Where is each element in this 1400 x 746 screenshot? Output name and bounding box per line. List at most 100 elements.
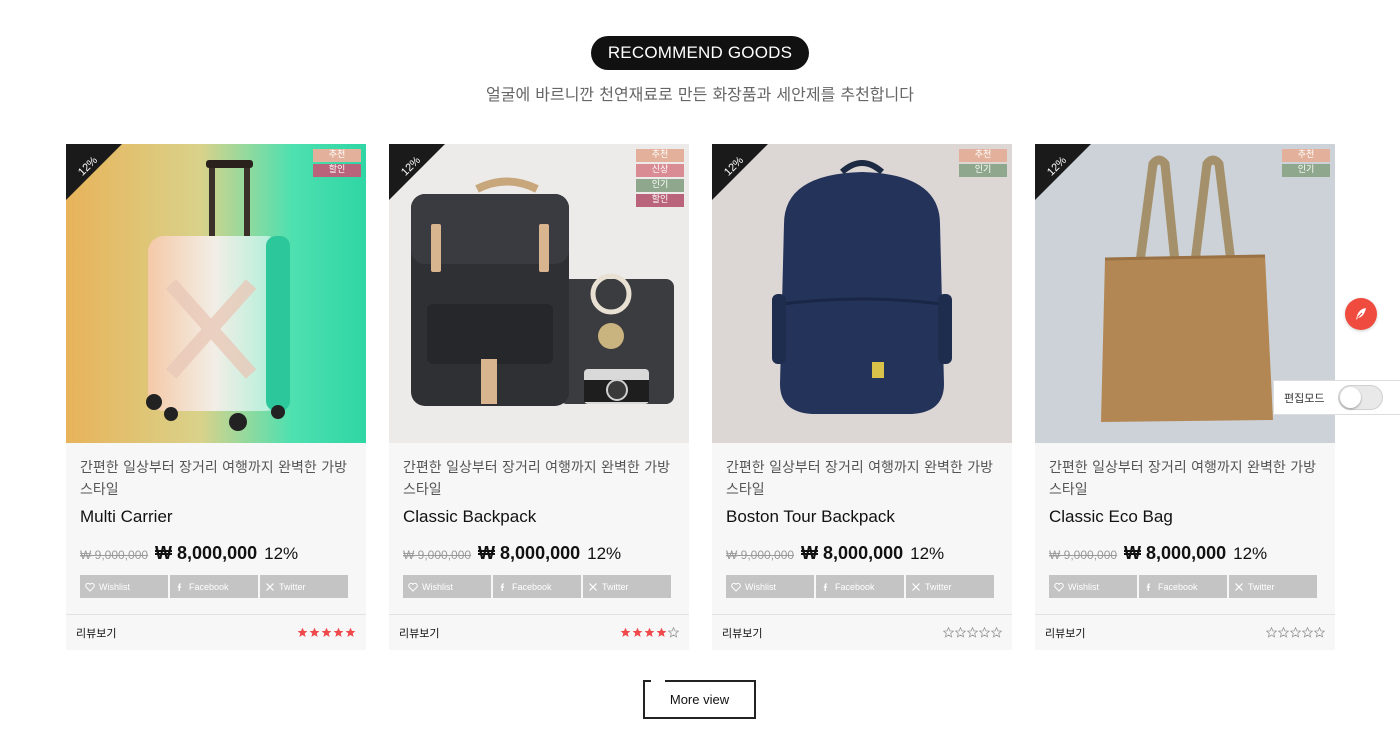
sale-price: ₩ 8,000,000 — [801, 543, 904, 563]
star-empty-icon — [1302, 627, 1313, 638]
more-view-button[interactable]: More view — [643, 680, 756, 719]
facebook-button[interactable]: Facebook — [816, 575, 904, 598]
twitter-button[interactable]: Twitter — [1229, 575, 1317, 598]
x-twitter-icon — [912, 582, 920, 591]
price-row: ₩ 9,000,000 ₩ 8,000,000 12% — [726, 543, 998, 567]
star-empty-icon — [668, 627, 679, 638]
review-link[interactable]: 리뷰보기 — [399, 625, 439, 641]
badge-popular: 인기 — [1282, 164, 1330, 177]
edit-mode-toggle[interactable] — [1338, 385, 1384, 410]
product-card[interactable]: 12% 추천 신상 인기 할인 간편한 일상부터 장거리 여행까지 완벽한 가방… — [389, 144, 689, 650]
facebook-icon — [1146, 583, 1151, 591]
badge-sale: 할인 — [636, 194, 684, 207]
star-rating — [943, 627, 1002, 638]
facebook-icon — [823, 583, 828, 591]
star-filled-icon — [333, 627, 344, 637]
product-name[interactable]: Boston Tour Backpack — [726, 507, 998, 529]
star-filled-icon — [309, 627, 320, 637]
facebook-button[interactable]: Facebook — [493, 575, 581, 598]
badge-popular: 인기 — [959, 164, 1007, 177]
discount-corner — [389, 144, 445, 200]
star-rating — [1266, 627, 1325, 638]
star-empty-icon — [1314, 627, 1325, 638]
sale-price: ₩ 8,000,000 — [478, 543, 581, 563]
price-row: ₩ 9,000,000 ₩ 8,000,000 12% — [80, 543, 352, 567]
star-rating — [620, 627, 679, 638]
twitter-label: Twitter — [279, 581, 306, 592]
star-filled-icon — [644, 627, 655, 637]
review-footer: 리뷰보기 — [712, 614, 1012, 650]
facebook-icon — [177, 583, 182, 591]
review-link[interactable]: 리뷰보기 — [1045, 625, 1085, 641]
product-card[interactable]: 12% 추천 인기 간편한 일상부터 장거리 여행까지 완벽한 가방 스타일 B… — [712, 144, 1012, 650]
wishlist-button[interactable]: Wishlist — [726, 575, 814, 598]
original-price: ₩ 9,000,000 — [80, 548, 149, 562]
wishlist-label: Wishlist — [745, 581, 776, 592]
review-link[interactable]: 리뷰보기 — [76, 625, 116, 641]
facebook-icon — [500, 583, 505, 591]
product-description: 간편한 일상부터 장거리 여행까지 완벽한 가방 스타일 — [403, 460, 670, 498]
wishlist-button[interactable]: Wishlist — [1049, 575, 1137, 598]
facebook-label: Facebook — [512, 581, 552, 592]
sale-price: ₩ 8,000,000 — [155, 543, 258, 563]
heart-icon — [1054, 582, 1064, 592]
original-price: ₩ 9,000,000 — [1049, 548, 1118, 562]
sale-price: ₩ 8,000,000 — [1124, 543, 1227, 563]
share-buttons: Wishlist Facebook Twitter — [80, 575, 352, 598]
star-filled-icon — [620, 627, 631, 637]
review-footer: 리뷰보기 — [1035, 614, 1335, 650]
floating-action-button[interactable] — [1345, 298, 1377, 330]
discount-corner — [66, 144, 122, 200]
product-image[interactable]: 12% 추천 할인 — [66, 144, 366, 443]
twitter-button[interactable]: Twitter — [260, 575, 348, 598]
star-empty-icon — [979, 627, 990, 638]
product-description: 간편한 일상부터 장거리 여행까지 완벽한 가방 스타일 — [80, 460, 347, 498]
facebook-label: Facebook — [189, 581, 229, 592]
badge-sale: 할인 — [313, 164, 361, 177]
wishlist-label: Wishlist — [1068, 581, 1099, 592]
twitter-button[interactable]: Twitter — [583, 575, 671, 598]
discount-rate: 12% — [587, 544, 622, 563]
facebook-button[interactable]: Facebook — [170, 575, 258, 598]
star-empty-icon — [955, 627, 966, 638]
twitter-label: Twitter — [1248, 581, 1275, 592]
heart-icon — [731, 582, 741, 592]
heart-icon — [85, 582, 95, 592]
toggle-knob — [1340, 387, 1362, 408]
badge-recommend: 추천 — [636, 149, 684, 162]
wishlist-button[interactable]: Wishlist — [403, 575, 491, 598]
discount-rate: 12% — [910, 544, 945, 563]
review-footer: 리뷰보기 — [66, 614, 366, 650]
badge-new: 신상 — [636, 164, 684, 177]
twitter-label: Twitter — [925, 581, 952, 592]
wishlist-label: Wishlist — [99, 581, 130, 592]
star-empty-icon — [1266, 627, 1277, 638]
product-name[interactable]: Multi Carrier — [80, 507, 352, 529]
product-card[interactable]: 12% 추천 할인 간편한 일상부터 장거리 여행까지 완벽한 가방 스타일 M… — [66, 144, 366, 650]
product-image[interactable]: 12% 추천 신상 인기 할인 — [389, 144, 689, 443]
star-rating — [297, 627, 356, 638]
product-name[interactable]: Classic Backpack — [403, 507, 675, 529]
discount-corner — [712, 144, 768, 200]
wishlist-button[interactable]: Wishlist — [80, 575, 168, 598]
product-name[interactable]: Classic Eco Bag — [1049, 507, 1321, 529]
more-view-label: More view — [669, 692, 730, 707]
facebook-label: Facebook — [835, 581, 875, 592]
section-subtitle: 얼굴에 바르니깐 천연재료로 만든 화장품과 세안제를 추천합니다 — [486, 85, 914, 104]
share-buttons: Wishlist Facebook Twitter — [403, 575, 675, 598]
facebook-button[interactable]: Facebook — [1139, 575, 1227, 598]
badge-popular: 인기 — [636, 179, 684, 192]
twitter-button[interactable]: Twitter — [906, 575, 994, 598]
heart-icon — [408, 582, 418, 592]
review-link[interactable]: 리뷰보기 — [722, 625, 762, 641]
product-image[interactable]: 12% 추천 인기 — [712, 144, 1012, 443]
star-empty-icon — [1278, 627, 1289, 638]
price-row: ₩ 9,000,000 ₩ 8,000,000 12% — [1049, 543, 1321, 567]
edit-mode-label: 편집모드 — [1284, 391, 1325, 405]
star-filled-icon — [656, 627, 667, 637]
review-footer: 리뷰보기 — [389, 614, 689, 650]
quill-icon — [1356, 308, 1366, 320]
badge-list: 추천 인기 — [959, 149, 1007, 177]
star-empty-icon — [991, 627, 1002, 638]
product-grid: 12% 추천 할인 간편한 일상부터 장거리 여행까지 완벽한 가방 스타일 M… — [66, 144, 1335, 650]
